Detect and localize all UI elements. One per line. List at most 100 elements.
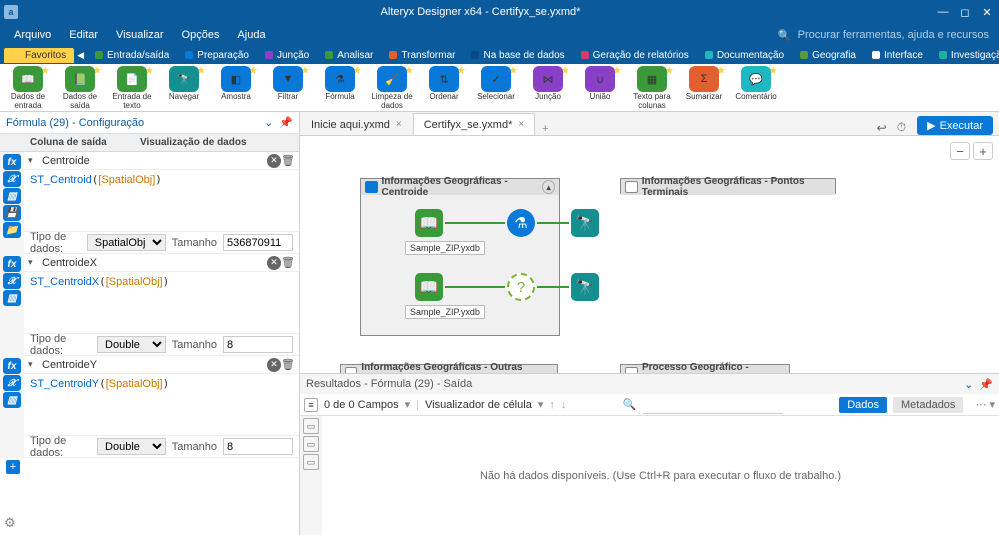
results-pin-icon[interactable]: 📌 <box>979 378 993 391</box>
field-row[interactable]: ▾ CentroideX ✕ 🗑 <box>24 254 299 272</box>
results-side-icon[interactable]: ▭ <box>303 454 319 470</box>
results-search-input[interactable] <box>643 396 783 414</box>
results-side-icon[interactable]: ▭ <box>303 436 319 452</box>
datatype-select[interactable]: SpatialObj <box>87 234 166 251</box>
zoom-out-button[interactable]: − <box>950 142 970 160</box>
metadados-tab[interactable]: Metadados <box>893 397 963 413</box>
close-icon[interactable]: × <box>396 119 402 130</box>
tool-filtrar[interactable]: ★▼Filtrar <box>264 66 312 102</box>
chevron-down-icon[interactable]: ▾ <box>28 257 42 268</box>
palette-col-icon[interactable]: ▥ <box>3 290 21 306</box>
minimize-button[interactable]: ― <box>935 5 951 19</box>
cat-relatorios[interactable]: Geração de relatórios <box>573 49 697 62</box>
menu-visualizar[interactable]: Visualizar <box>108 27 172 43</box>
cat-invest[interactable]: Investigação de dados <box>931 49 999 62</box>
palette-col-icon[interactable]: ▥ <box>3 392 21 408</box>
cat-doc[interactable]: Documentação <box>697 49 792 62</box>
container-pontos[interactable]: Informações Geográficas - Pontos Termina… <box>620 178 836 194</box>
tool-amostra[interactable]: ★◧Amostra <box>212 66 260 102</box>
collapse-icon[interactable]: ▴ <box>542 180 555 194</box>
tool-ordenar[interactable]: ★⇅Ordenar <box>420 66 468 102</box>
tool-navegar[interactable]: ★🔭Navegar <box>160 66 208 102</box>
palette-folder-icon[interactable]: 📁 <box>3 222 21 238</box>
tool-texto-colunas[interactable]: ★▦Texto para colunas <box>628 66 676 111</box>
expression-editor[interactable]: ST_CentroidY([SpatialObj]) <box>24 374 299 436</box>
dados-tab[interactable]: Dados <box>839 397 887 413</box>
cat-analisar[interactable]: Analisar <box>317 49 381 62</box>
size-input[interactable] <box>223 438 293 455</box>
datatype-select[interactable]: Double <box>97 438 166 455</box>
tool-formula[interactable]: ★⚗Fórmula <box>316 66 364 102</box>
field-row[interactable]: ▾ CentroideY ✕ 🗑 <box>24 356 299 374</box>
tab-inicie[interactable]: Inicie aqui.yxmd× <box>300 113 413 135</box>
results-side-icon[interactable]: ▭ <box>303 418 319 434</box>
node-browse[interactable]: 🔭 <box>571 273 599 301</box>
close-icon[interactable]: × <box>518 119 524 130</box>
trash-icon[interactable]: 🗑 <box>281 358 295 371</box>
arrow-down-icon[interactable]: ↓ <box>561 399 567 411</box>
menu-opcoes[interactable]: Opções <box>174 27 228 43</box>
cat-preparacao[interactable]: Preparação <box>177 49 257 62</box>
config-chevron-icon[interactable]: ⌄ <box>264 116 273 129</box>
chevron-down-icon[interactable]: ▾ <box>28 155 42 166</box>
tool-dados-saida[interactable]: ★📗Dados de saída <box>56 66 104 111</box>
clear-icon[interactable]: ✕ <box>267 358 281 372</box>
add-field-button[interactable]: + <box>6 460 20 474</box>
palette-fx-icon[interactable]: fx <box>3 358 21 374</box>
close-button[interactable]: ✕ <box>979 5 995 19</box>
cat-juncao[interactable]: Junção <box>257 49 317 62</box>
schedule-icon[interactable]: ⏱ <box>892 120 911 135</box>
menu-editar[interactable]: Editar <box>61 27 106 43</box>
chevron-down-icon[interactable]: ▾ <box>28 359 42 370</box>
zoom-in-button[interactable]: + <box>973 142 993 160</box>
tool-selecionar[interactable]: ★✓Selecionar <box>472 66 520 102</box>
clear-icon[interactable]: ✕ <box>267 256 281 270</box>
arrow-up-icon[interactable]: ↑ <box>549 399 555 411</box>
tool-limpeza[interactable]: ★🧹Limpeza de dados <box>368 66 416 111</box>
node-formula[interactable]: ⚗ <box>507 209 535 237</box>
messages-badge[interactable]: ≡ <box>304 398 318 412</box>
run-button[interactable]: ▶ Executar <box>917 116 993 135</box>
palette-save-icon[interactable]: 💾 <box>3 205 21 221</box>
maximize-button[interactable]: ◻ <box>957 5 973 19</box>
workflow-canvas[interactable]: − + Informações Geográficas - Centroide▴… <box>300 136 999 373</box>
tool-comentario[interactable]: ★💬Comentário <box>732 66 780 102</box>
search-placeholder[interactable]: Procurar ferramentas, ajuda e recursos <box>798 29 989 41</box>
tool-entrada-texto[interactable]: ★📄Entrada de texto <box>108 66 156 111</box>
cat-interface[interactable]: Interface <box>864 49 931 62</box>
node-input[interactable]: 📖 <box>415 209 443 237</box>
cat-entrada[interactable]: Entrada/saída <box>87 49 177 62</box>
node-browse[interactable]: 🔭 <box>571 209 599 237</box>
trash-icon[interactable]: 🗑 <box>281 256 295 269</box>
tool-uniao[interactable]: ★∪União <box>576 66 624 102</box>
expression-editor[interactable]: ST_CentroidX([SpatialObj]) <box>24 272 299 334</box>
config-pin-icon[interactable]: 📌 <box>279 116 293 129</box>
palette-fx-icon[interactable]: fx <box>3 256 21 272</box>
history-icon[interactable]: ↩ <box>872 121 892 135</box>
cat-scroll-left[interactable]: ◀ <box>74 50 87 61</box>
results-chevron-icon[interactable]: ⌄ <box>964 378 973 391</box>
tool-dados-entrada[interactable]: ★📖Dados de entrada <box>4 66 52 111</box>
tool-juncao[interactable]: ★⋈Junção <box>524 66 572 102</box>
cat-transformar[interactable]: Transformar <box>381 49 463 62</box>
cat-nabase[interactable]: Na base de dados <box>463 49 572 62</box>
size-input[interactable] <box>223 234 293 251</box>
actions-icon[interactable]: ⋯ ▾ <box>975 398 995 411</box>
node-unknown[interactable]: ? <box>507 273 535 301</box>
expression-editor[interactable]: ST_Centroid([SpatialObj]) <box>24 170 299 232</box>
tab-certify[interactable]: Certifyx_se.yxmd*× <box>413 113 535 135</box>
palette-col-icon[interactable]: ▥ <box>3 188 21 204</box>
size-input[interactable] <box>223 336 293 353</box>
container-outras[interactable]: Informações Geográficas - Outras Informa… <box>340 364 558 373</box>
node-input[interactable]: 📖 <box>415 273 443 301</box>
datatype-select[interactable]: Double <box>97 336 166 353</box>
palette-x-icon[interactable]: 𝒳 <box>3 273 21 289</box>
cat-geo[interactable]: Geografia <box>792 49 864 62</box>
container-centroide[interactable]: Informações Geográficas - Centroide▴ 📖 ⚗… <box>360 178 560 336</box>
cat-favoritos[interactable]: ★Favoritos <box>4 48 74 63</box>
palette-x-icon[interactable]: 𝒳 <box>3 171 21 187</box>
tool-sumarizar[interactable]: ★ΣSumarizar <box>680 66 728 102</box>
palette-fx-icon[interactable]: fx <box>3 154 21 170</box>
container-combinar[interactable]: Processo Geográfico - Combinar <box>620 364 790 373</box>
gear-icon[interactable]: ⚙ <box>4 515 16 531</box>
